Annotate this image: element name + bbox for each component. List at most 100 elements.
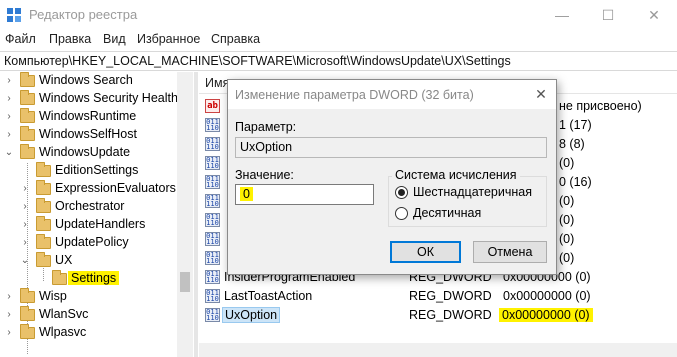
folder-icon xyxy=(52,270,67,285)
tree-scrollbar[interactable] xyxy=(177,72,193,357)
title-bar: Редактор реестра — ☐ ✕ xyxy=(0,0,677,30)
list-item-selected[interactable]: 011 110 UxOption REG_DWORD 0x00000000 (0… xyxy=(199,306,677,325)
expand-chevron-icon[interactable]: › xyxy=(4,306,14,324)
folder-icon xyxy=(36,180,51,195)
tree-item-label: ExpressionEvaluators xyxy=(55,181,176,195)
expand-chevron-icon[interactable]: › xyxy=(4,108,14,126)
folder-icon xyxy=(36,234,51,249)
value-data-partial: 8 (8) xyxy=(559,137,585,151)
value-name: LastToastAction xyxy=(224,289,313,303)
ok-button[interactable]: ОК xyxy=(390,241,461,263)
folder-icon xyxy=(20,288,35,303)
tree-item-label: WindowsUpdate xyxy=(39,145,131,159)
base-groupbox-title: Система исчисления xyxy=(392,168,520,182)
expand-chevron-icon[interactable]: › xyxy=(4,72,14,90)
value-data-text: 0 xyxy=(240,187,253,201)
scrollbar-thumb[interactable] xyxy=(180,272,190,292)
tree-item-label: UpdateHandlers xyxy=(55,217,146,231)
tree-item-label: UX xyxy=(55,253,73,267)
minimize-button[interactable]: — xyxy=(539,0,585,30)
menu-edit[interactable]: Правка xyxy=(49,32,91,46)
radio-dec-label: Десятичная xyxy=(413,206,482,220)
tree-item-label: WindowsSelfHost xyxy=(39,127,137,141)
base-groupbox: Система исчисления Шестнадцатеричная Дес… xyxy=(388,168,547,227)
menu-file[interactable]: Файл xyxy=(5,32,36,46)
dword-value-icon: 011 110 xyxy=(205,289,220,303)
collapse-chevron-icon[interactable]: ⌄ xyxy=(20,252,30,270)
expand-chevron-icon[interactable]: › xyxy=(4,126,14,144)
value-data-partial: (0) xyxy=(559,232,575,246)
dialog-title-bar[interactable]: Изменение параметра DWORD (32 бита) ✕ xyxy=(228,80,556,109)
close-window-button[interactable]: ✕ xyxy=(631,0,677,30)
tree-item-label: UpdatePolicy xyxy=(55,235,129,249)
dword-value-icon: 011 110 xyxy=(205,270,220,284)
tree-item-label: Wisp xyxy=(39,289,67,303)
dword-value-icon: 011 110 xyxy=(205,308,220,322)
dword-value-icon: 011 110 xyxy=(205,251,220,265)
value-data-partial: (0) xyxy=(559,251,575,265)
value-data-partial: 0 (16) xyxy=(559,175,592,189)
expand-chevron-icon[interactable]: › xyxy=(20,216,30,234)
address-bar[interactable]: Компьютер\HKEY_LOCAL_MACHINE\SOFTWARE\Mi… xyxy=(0,51,677,71)
value-type: REG_DWORD xyxy=(409,289,492,303)
folder-icon xyxy=(36,162,51,177)
radio-button-checked[interactable] xyxy=(395,186,408,199)
expand-chevron-icon[interactable]: › xyxy=(20,180,30,198)
expand-chevron-icon[interactable]: › xyxy=(4,324,14,342)
value-data-partial: (0) xyxy=(559,213,575,227)
key-tree: › Windows Search › Windows Security Heal… xyxy=(0,72,193,357)
tree-item-windowsruntime[interactable]: › WindowsRuntime xyxy=(0,108,178,126)
folder-icon xyxy=(20,306,35,321)
tree-item-label: Orchestrator xyxy=(55,199,125,213)
value-data-partial: 1 (17) xyxy=(559,118,592,132)
expand-chevron-icon[interactable]: › xyxy=(20,198,30,216)
tree-item-settings[interactable]: Settings xyxy=(0,270,178,288)
collapse-chevron-icon[interactable]: ⌄ xyxy=(4,144,14,162)
tree-item-windows-security-health[interactable]: › Windows Security Health xyxy=(0,90,178,108)
folder-icon xyxy=(20,126,35,141)
expand-chevron-icon[interactable]: › xyxy=(20,234,30,252)
tree-item-ux[interactable]: ⌄ UX xyxy=(0,252,178,270)
tree-item-orchestrator[interactable]: › Orchestrator xyxy=(0,198,178,216)
pane-splitter[interactable] xyxy=(194,72,198,357)
dword-value-icon: 011 110 xyxy=(205,118,220,132)
window-title: Редактор реестра xyxy=(29,7,138,22)
cancel-button[interactable]: Отмена xyxy=(473,241,547,263)
tree-item-label: WindowsRuntime xyxy=(39,109,137,123)
list-item[interactable]: 011 110 LastToastAction REG_DWORD 0x0000… xyxy=(199,287,677,306)
tree-item-wisp[interactable]: › Wisp xyxy=(0,288,178,306)
dword-value-icon: 011 110 xyxy=(205,213,220,227)
dialog-close-button[interactable]: ✕ xyxy=(526,80,556,109)
tree-item-wlpasvc[interactable]: › Wlpasvc xyxy=(0,324,178,342)
tree-item-label: WlanSvc xyxy=(39,307,89,321)
folder-icon xyxy=(20,90,35,105)
menu-favorites[interactable]: Избранное xyxy=(137,32,200,46)
tree-item-updatepolicy[interactable]: › UpdatePolicy xyxy=(0,234,178,252)
menu-view[interactable]: Вид xyxy=(103,32,126,46)
folder-icon xyxy=(20,324,35,339)
radio-button[interactable] xyxy=(395,207,408,220)
menu-help[interactable]: Справка xyxy=(211,32,260,46)
tree-item-wlansvc[interactable]: › WlanSvc xyxy=(0,306,178,324)
tree-item-label: Settings xyxy=(68,271,120,285)
dword-value-icon: 011 110 xyxy=(205,137,220,151)
tree-item-windows-search[interactable]: › Windows Search xyxy=(0,72,178,90)
param-name-label: Параметр: xyxy=(235,120,297,134)
folder-icon xyxy=(20,144,35,159)
dialog-title: Изменение параметра DWORD (32 бита) xyxy=(235,88,474,102)
tree-item-label: Wlpasvc xyxy=(39,325,87,339)
tree-item-editionsettings[interactable]: EditionSettings xyxy=(0,162,178,180)
tree-item-updatehandlers[interactable]: › UpdateHandlers xyxy=(0,216,178,234)
tree-item-label: Windows Security Health xyxy=(39,91,178,105)
column-name-header[interactable]: Имя xyxy=(205,76,229,90)
expand-chevron-icon[interactable]: › xyxy=(4,90,14,108)
expand-chevron-icon[interactable]: › xyxy=(4,288,14,306)
dword-value-icon: 011 110 xyxy=(205,175,220,189)
address-path[interactable]: Компьютер\HKEY_LOCAL_MACHINE\SOFTWARE\Mi… xyxy=(4,54,511,68)
maximize-button[interactable]: ☐ xyxy=(585,0,631,30)
tree-item-windowsupdate[interactable]: ⌄ WindowsUpdate xyxy=(0,144,178,162)
list-horizontal-scrollbar[interactable] xyxy=(199,343,677,357)
tree-item-expressionevaluators[interactable]: › ExpressionEvaluators xyxy=(0,180,178,198)
tree-item-windowsselfhost[interactable]: › WindowsSelfHost xyxy=(0,126,178,144)
value-data-input[interactable]: 0 xyxy=(235,184,374,205)
